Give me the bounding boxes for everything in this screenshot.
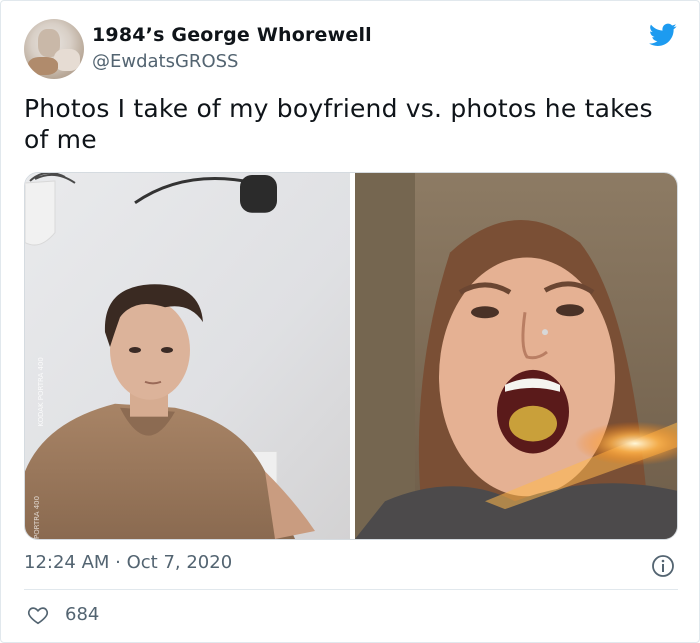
avatar[interactable] (24, 19, 84, 79)
tweet-text: Photos I take of my boyfriend vs. photos… (24, 94, 653, 154)
photo-corner-mark: PORTRA 400 (33, 496, 41, 539)
tweet-timestamp[interactable]: 12:24 AM · Oct 7, 2020 (24, 552, 232, 573)
photo-self[interactable] (355, 173, 677, 539)
twitter-bird-icon[interactable] (647, 21, 679, 49)
photo-watermark: KODAK PORTRA 400 (37, 357, 45, 426)
heart-icon[interactable] (27, 604, 49, 626)
info-icon[interactable] (651, 554, 675, 578)
photo-boyfriend[interactable]: KODAK PORTRA 400 PORTRA 400 (25, 173, 350, 539)
tweet-media[interactable]: KODAK PORTRA 400 PORTRA 400 (24, 172, 678, 540)
divider (24, 589, 678, 590)
tweet-card[interactable]: 1984’s George Whorewell @EwdatsGROSS Pho… (0, 0, 700, 643)
author-handle[interactable]: @EwdatsGROSS (92, 51, 238, 72)
like-count[interactable]: 684 (65, 604, 99, 625)
author-display-name[interactable]: 1984’s George Whorewell (92, 24, 372, 46)
